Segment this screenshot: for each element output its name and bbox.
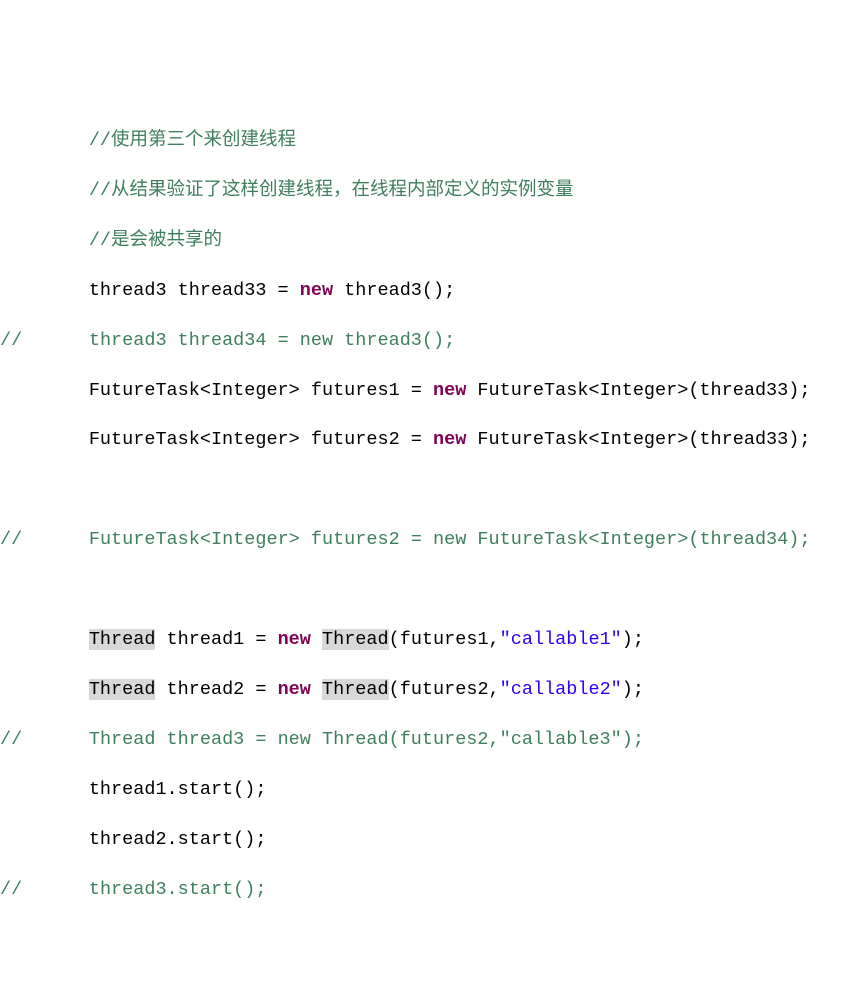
- code-line: Thread thread1 = new Thread(futures1,"ca…: [0, 628, 862, 653]
- token-thread: Thread: [322, 679, 389, 700]
- code-line: Thread thread2 = new Thread(futures2,"ca…: [0, 678, 862, 703]
- code-line: // thread3.start();: [0, 878, 862, 903]
- code-line: [0, 928, 862, 953]
- keyword-new: new: [433, 380, 466, 401]
- comment-marker: //: [0, 729, 22, 750]
- keyword-new: new: [433, 429, 466, 450]
- code-line: thread2.start();: [0, 828, 862, 853]
- token-thread: Thread: [322, 629, 389, 650]
- code-line: thread3 thread33 = new thread3();: [0, 279, 862, 304]
- comment: //是会被共享的: [89, 230, 222, 251]
- string-literal: "callable2": [500, 679, 622, 700]
- code-line: //使用第三个来创建线程: [0, 129, 862, 154]
- string-literal: "callable1": [500, 629, 622, 650]
- code-line: thread1.start();: [0, 778, 862, 803]
- code-block: //使用第三个来创建线程 //从结果验证了这样创建线程，在线程内部定义的实例变量…: [0, 104, 862, 1000]
- token-thread: Thread: [89, 679, 156, 700]
- comment: //使用第三个来创建线程: [89, 130, 296, 151]
- commented-code: thread3.start();: [89, 879, 267, 900]
- code-line: // FutureTask<Integer> futures2 = new Fu…: [0, 528, 862, 553]
- code-line: [0, 978, 862, 1000]
- code-line: // thread3 thread34 = new thread3();: [0, 329, 862, 354]
- comment-marker: //: [0, 879, 22, 900]
- code-line: //从结果验证了这样创建线程，在线程内部定义的实例变量: [0, 179, 862, 204]
- code-line: [0, 578, 862, 603]
- code-line: FutureTask<Integer> futures2 = new Futur…: [0, 428, 862, 453]
- keyword-new: new: [278, 629, 311, 650]
- token-thread: Thread: [89, 629, 156, 650]
- commented-code: FutureTask<Integer> futures2 = new Futur…: [89, 529, 811, 550]
- comment: //从结果验证了这样创建线程，在线程内部定义的实例变量: [89, 180, 574, 201]
- comment-marker: //: [0, 529, 22, 550]
- code-line: // Thread thread3 = new Thread(futures2,…: [0, 728, 862, 753]
- comment-marker: //: [0, 330, 22, 351]
- commented-code: thread3 thread34 = new thread3();: [89, 330, 455, 351]
- code-line: FutureTask<Integer> futures1 = new Futur…: [0, 379, 862, 404]
- commented-code: Thread thread3 = new Thread(futures2,"ca…: [89, 729, 644, 750]
- code-line: //是会被共享的: [0, 229, 862, 254]
- keyword-new: new: [278, 679, 311, 700]
- keyword-new: new: [300, 280, 333, 301]
